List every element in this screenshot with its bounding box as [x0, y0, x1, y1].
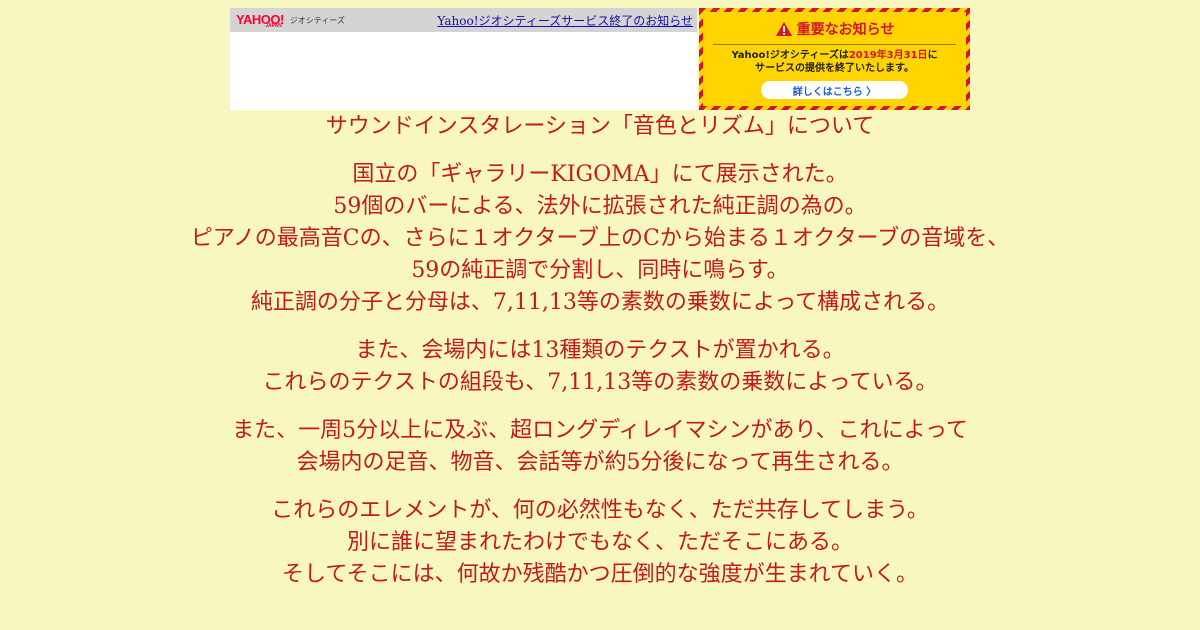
details-button[interactable]: 詳しくはこちら 〉 [760, 81, 909, 99]
text-line: ピアノの最高音Cの、さらに１オクターブ上のCから始まる１オクターブの音域を、 [190, 226, 1010, 251]
text-line: 会場内の足音、物音、会話等が約5分後になって再生される。 [296, 450, 904, 475]
notice-end-date: 2019年3月31日 [848, 50, 928, 61]
notice-body: Yahoo!ジオシティーズは2019年3月31日に サービスの提供を終了いたしま… [703, 49, 966, 75]
yahoo-logo[interactable]: YAHOO! JAPAN ジオシティーズ [236, 13, 345, 29]
text-line: これらのテクストの組段も、7,11,13等の素数の乗数によっている。 [262, 370, 938, 395]
main-content: サウンドインスタレーション「音色とリズム」について 国立の「ギャラリーKIGOM… [0, 111, 1200, 591]
paragraph-texts: また、会場内には13種類のテクストが置かれる。 これらのテクストの組段も、7,1… [0, 335, 1200, 399]
service-end-notice-link[interactable]: Yahoo!ジオシティーズサービス終了のお知らせ [437, 12, 693, 29]
text-line: また、一周5分以上に及ぶ、超ロングディレイマシンがあり、これによって [232, 418, 968, 443]
paragraph-exhibition: 国立の「ギャラリーKIGOMA」にて展示された。 59個のバーによる、法外に拡張… [0, 159, 1200, 319]
text-line: また、会場内には13種類のテクストが置かれる。 [355, 338, 845, 363]
notice-divider [713, 44, 956, 45]
text-line: 別に誰に望まれたわけでもなく、ただそこにある。 [346, 530, 853, 555]
notice-title-text: 重要なお知らせ [796, 22, 895, 38]
notice-body-line2: サービスの提供を終了いたします。 [755, 63, 914, 74]
banner-header-bar: YAHOO! JAPAN ジオシティーズ Yahoo!ジオシティーズサービス終了… [230, 8, 697, 32]
notice-body-suffix: に [927, 50, 938, 61]
paragraph-elements: これらのエレメントが、何の必然性もなく、ただ共存してしまう。 別に誰に望まれたわ… [0, 495, 1200, 591]
notice-body-line1: Yahoo!ジオシティーズは2019年3月31日に [703, 49, 966, 62]
text-line: そしてそこには、何故か残酷かつ圧倒的な強度が生まれていく。 [281, 562, 919, 587]
yahoo-logo-sub: JAPAN [265, 23, 282, 29]
text-line: 純正調の分子と分母は、7,11,13等の素数の乗数によって構成される。 [250, 290, 950, 315]
paragraph-delay: また、一周5分以上に及ぶ、超ロングディレイマシンがあり、これによって 会場内の足… [0, 415, 1200, 479]
text-line: 国立の「ギャラリーKIGOMA」にて展示された。 [352, 162, 848, 187]
notice-title: 重要なお知らせ [703, 20, 966, 38]
text-line: これらのエレメントが、何の必然性もなく、ただ共存してしまう。 [271, 498, 929, 523]
geocities-banner: YAHOO! JAPAN ジオシティーズ Yahoo!ジオシティーズサービス終了… [230, 8, 970, 110]
page-title: サウンドインスタレーション「音色とリズム」について [325, 114, 875, 139]
banner-ad-area: YAHOO! JAPAN ジオシティーズ Yahoo!ジオシティーズサービス終了… [230, 8, 697, 110]
yahoo-logo-text: YAHOO! JAPAN [236, 13, 284, 29]
text-line: 59の純正調で分割し、同時に鳴らす。 [411, 258, 789, 283]
notice-body-prefix: Yahoo!ジオシティーズは [731, 50, 849, 61]
text-line: 59個のバーによる、法外に拡張された純正調の為の。 [333, 194, 867, 219]
important-notice-box[interactable]: 重要なお知らせ Yahoo!ジオシティーズは2019年3月31日に サービスの提… [699, 8, 970, 110]
service-name: ジオシティーズ [289, 16, 345, 25]
warning-icon [775, 22, 792, 36]
page: YAHOO! JAPAN ジオシティーズ Yahoo!ジオシティーズサービス終了… [0, 0, 1200, 630]
